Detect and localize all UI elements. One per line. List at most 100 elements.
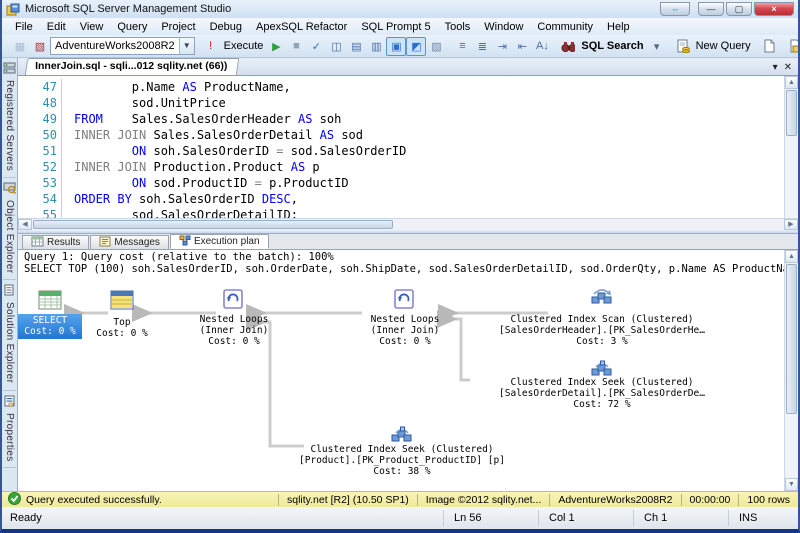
menu-project[interactable]: Project [154,20,202,34]
line-number: 51 [18,143,62,159]
top-icon [110,290,134,313]
specify-template-icon[interactable]: ▥ [366,37,386,56]
scroll-left-icon[interactable]: ◀ [18,219,32,230]
title-bar: Microsoft SQL Server Management Studio ⇔… [2,0,798,18]
menu-edit[interactable]: Edit [40,20,73,34]
sidebar-tab-label: Solution Explorer [4,302,15,383]
new-query-button[interactable]: New Query [693,40,754,52]
menu-community[interactable]: Community [530,20,600,34]
editor-vertical-scrollbar[interactable]: ▲ [784,76,798,218]
plan-vertical-scrollbar[interactable]: ▲ ▼ [784,250,798,491]
tab-execution-plan[interactable]: Execution plan [170,234,269,249]
menu-tools[interactable]: Tools [438,20,478,34]
code-line[interactable]: 54ORDER BY soh.SalesOrderID DESC, [18,191,784,207]
code-line[interactable]: 53 ON sod.ProductID = p.ProductID [18,175,784,191]
sql-search-icon[interactable] [558,37,578,56]
line-number: 47 [18,79,62,95]
code-line[interactable]: 49FROM Sales.SalesOrderHeader AS soh [18,111,784,127]
sort-icon[interactable]: A↓ [532,37,552,56]
plan-scroll-down-icon[interactable]: ▼ [785,478,798,491]
database-combo[interactable]: AdventureWorks2008R2▼ [50,37,195,55]
query-result-message: Query executed successfully. [26,494,162,506]
code-line[interactable]: 50INNER JOIN Sales.SalesOrderDetail AS s… [18,127,784,143]
tab-label: Execution plan [194,236,260,247]
sidebar-tab-label: Registered Servers [4,80,15,171]
code-line[interactable]: 51 ON soh.SalesOrderID = sod.SalesOrderI… [18,143,784,159]
sql-editor[interactable]: 47 p.Name AS ProductName,48 sod.UnitPric… [18,76,798,218]
menu-file[interactable]: File [8,20,40,34]
sidebar-tab-object-explorer[interactable]: Object Explorer [3,178,16,280]
plan-vscroll-thumb[interactable] [786,264,797,414]
change-connection-icon[interactable]: ▧ [30,37,50,56]
new-file-icon[interactable] [760,37,780,56]
editor-tab-strip: InnerJoin.sql - sqli...012 sqlity.net (6… [18,58,798,76]
sidebar-tab-properties[interactable]: Properties [3,391,16,469]
server-info: sqlity.net [R2] (10.50 SP1) [278,494,417,506]
actual-plan-toggle-icon[interactable]: ▣ [386,37,406,56]
tab-messages[interactable]: Messages [90,235,169,249]
menu-window[interactable]: Window [477,20,530,34]
line-number: 53 [18,175,62,191]
window-title: Microsoft SQL Server Management Studio [25,3,660,15]
image-credit: Image ©2012 sqlity.net... [417,494,550,506]
debug-play-icon[interactable]: ▶ [266,37,286,56]
scroll-right-icon[interactable]: ▶ [784,219,798,230]
code-line[interactable]: 48 sod.UnitPrice [18,95,784,111]
line-number: 50 [18,127,62,143]
row-count: 100 rows [738,494,798,506]
sqlcmd-mode-icon[interactable]: ▨ [426,37,446,56]
code-text: sod.UnitPrice [62,95,226,111]
maximize-button[interactable]: ▢ [726,2,752,16]
plan-scroll-up-icon[interactable]: ▲ [785,250,798,263]
execute-exclaim-icon[interactable]: ! [201,37,221,56]
client-statistics-toggle-icon[interactable]: ◩ [406,37,426,56]
minimize-button[interactable]: — [698,2,724,16]
query-duration: 00:00:00 [681,494,739,506]
ready-status: Ready [2,512,443,524]
fullscreen-toggle-button[interactable]: ⇔ [660,2,690,16]
sidebar-tab-registered-servers[interactable]: Registered Servers [3,58,16,178]
code-text: ON sod.ProductID = p.ProductID [62,175,349,191]
close-button[interactable]: × [754,2,794,16]
code-line[interactable]: 52INNER JOIN Production.Product AS p [18,159,784,175]
properties-icon [3,395,16,410]
code-line[interactable]: 47 p.Name AS ProductName, [18,79,784,95]
editor-horizontal-scrollbar[interactable]: ◀ ▶ [18,218,798,230]
toolbar: ▦▧AdventureWorks2008R2▼!Execute▶■✓◫▤▥▣◩▨… [2,35,798,58]
menu-help[interactable]: Help [600,20,637,34]
estimated-plan-icon[interactable]: ◫ [326,37,346,56]
editor-hscroll-thumb[interactable] [33,220,393,229]
execute-button[interactable]: Execute [221,40,267,52]
line-number: 48 [18,95,62,111]
code-area[interactable]: 47 p.Name AS ProductName,48 sod.UnitPric… [18,76,784,218]
toolbar-overflow-icon[interactable]: ▾ [647,37,667,56]
menu-apexsql-refactor[interactable]: ApexSQL Refactor [249,20,354,34]
query-designer-icon[interactable]: ▤ [346,37,366,56]
document-dropdown-icon[interactable]: ▾ [773,62,778,73]
code-text: p.Name AS ProductName, [62,79,291,95]
combo-dropdown-icon[interactable]: ▼ [179,38,194,54]
new-query-icon[interactable] [673,37,693,56]
stop-icon[interactable]: ■ [286,37,306,56]
results-to-text-icon[interactable]: ≡ [452,37,472,56]
sidebar-tab-solution-explorer[interactable]: Solution Explorer [3,280,16,390]
code-line[interactable]: 55 sod.SalesOrderDetailID; [18,207,784,218]
menu-query[interactable]: Query [110,20,154,34]
tab-results[interactable]: Results [22,235,89,249]
menu-debug[interactable]: Debug [203,20,249,34]
open-sql-file-icon[interactable] [786,37,798,56]
parse-query-icon[interactable]: ✓ [306,37,326,56]
sql-search-button[interactable]: SQL Search [578,40,646,52]
scroll-up-icon[interactable]: ▲ [785,76,798,89]
close-document-icon[interactable]: ✕ [784,62,792,73]
menu-view[interactable]: View [73,20,111,34]
results-to-grid-icon[interactable]: ≣ [472,37,492,56]
side-tab-strip: Registered Servers Object Explorer Solutio… [2,58,18,491]
outdent-icon[interactable]: ⇤ [512,37,532,56]
menu-sql-prompt-5[interactable]: SQL Prompt 5 [354,20,437,34]
editor-vscroll-thumb[interactable] [786,90,797,136]
database-combo-value: AdventureWorks2008R2 [51,40,179,52]
editor-tab[interactable]: InnerJoin.sql - sqli...012 sqlity.net (6… [25,58,240,75]
indent-icon[interactable]: ⇥ [492,37,512,56]
connect-icon[interactable]: ▦ [10,37,30,56]
